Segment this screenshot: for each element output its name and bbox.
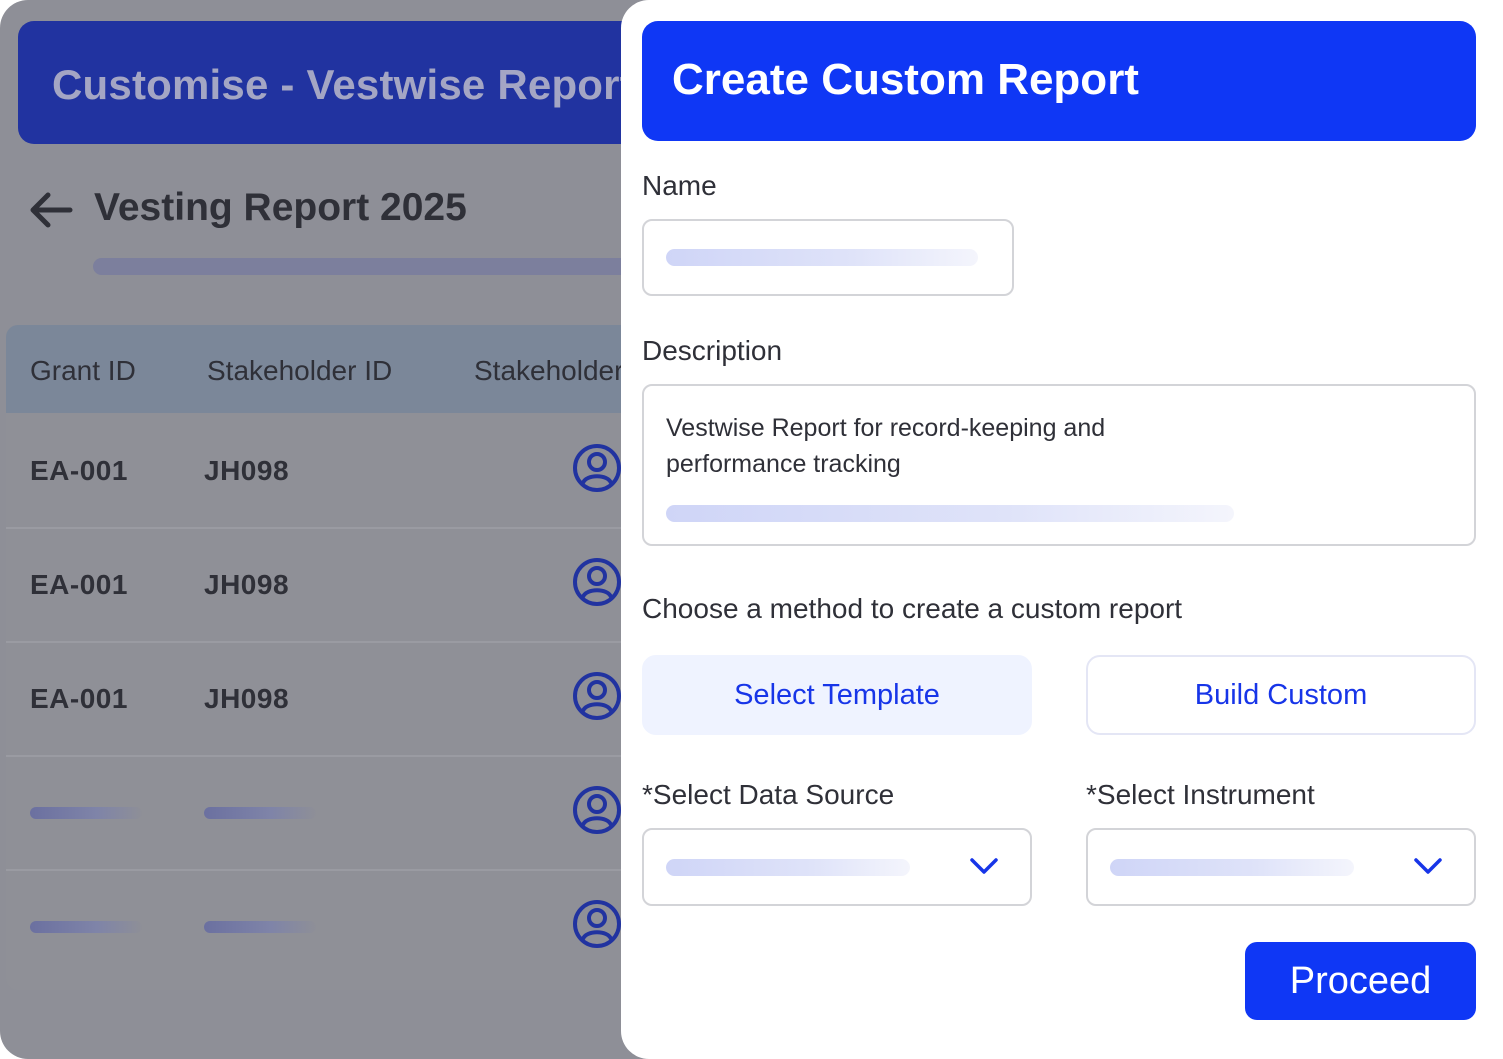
description-label: Description	[642, 335, 783, 366]
table-row-skeleton	[6, 869, 700, 983]
modal-title: Create Custom Report	[672, 55, 1139, 104]
name-input-skeleton	[666, 249, 978, 266]
table-row[interactable]: EA-001 JH098	[6, 641, 700, 757]
create-custom-report-modal: Create Custom Report Name Description Ve…	[621, 0, 1503, 1059]
modal-header: Create Custom Report	[642, 21, 1476, 141]
background-header: Customise - Vestwise Report	[18, 21, 700, 144]
select-template-button[interactable]: Select Template	[642, 655, 1032, 735]
name-input[interactable]	[642, 219, 1014, 296]
grant-id-cell: EA-001	[30, 569, 128, 600]
instrument-select[interactable]	[1086, 828, 1476, 906]
background-header-title: Customise - Vestwise Report	[52, 61, 634, 108]
instrument-label: *Select Instrument	[1086, 779, 1315, 810]
user-avatar-icon	[573, 786, 621, 834]
stakeholder-id-cell: JH098	[204, 455, 290, 486]
method-prompt: Choose a method to create a custom repor…	[642, 593, 1183, 624]
user-avatar-icon	[573, 444, 621, 492]
build-custom-button[interactable]: Build Custom	[1086, 655, 1476, 735]
user-avatar-icon	[573, 900, 621, 948]
table-row[interactable]: EA-001 JH098	[6, 527, 700, 643]
table-header: Grant ID Stakeholder ID Stakeholder	[6, 325, 700, 413]
name-label: Name	[642, 170, 717, 201]
cell-skeleton	[30, 921, 142, 933]
data-source-label: *Select Data Source	[642, 779, 895, 810]
description-textarea[interactable]: Vestwise Report for record-keeping and p…	[642, 384, 1476, 546]
grant-id-cell: EA-001	[30, 683, 128, 714]
column-header-stakeholder-id[interactable]: Stakeholder ID	[207, 355, 392, 387]
stakeholder-id-cell: JH098	[204, 683, 290, 714]
column-header-grant-id[interactable]: Grant ID	[30, 355, 136, 387]
grant-id-cell: EA-001	[30, 455, 128, 486]
proceed-button[interactable]: Proceed	[1245, 942, 1476, 1020]
table-row-skeleton	[6, 755, 700, 871]
user-avatar-icon	[573, 558, 621, 606]
chevron-down-icon[interactable]	[969, 854, 999, 878]
data-source-select[interactable]	[642, 828, 1032, 906]
instrument-skeleton	[1110, 859, 1354, 876]
table-row[interactable]: EA-001 JH098	[6, 413, 700, 529]
description-value: Vestwise Report for record-keeping and p…	[666, 414, 1106, 478]
description-skeleton	[666, 505, 1234, 522]
cell-skeleton	[30, 807, 142, 819]
cell-skeleton	[204, 921, 316, 933]
background-app: Customise - Vestwise Report Vesting Repo…	[0, 0, 700, 1059]
subtitle-skeleton	[93, 258, 693, 275]
stakeholder-id-cell: JH098	[204, 569, 290, 600]
grants-table: Grant ID Stakeholder ID Stakeholder EA-0…	[6, 325, 700, 990]
arrow-left-icon[interactable]	[28, 190, 74, 230]
user-avatar-icon	[573, 672, 621, 720]
cell-skeleton	[204, 807, 316, 819]
chevron-down-icon[interactable]	[1413, 854, 1443, 878]
report-title: Vesting Report 2025	[94, 186, 467, 229]
column-header-stakeholder[interactable]: Stakeholder	[474, 355, 623, 387]
data-source-skeleton	[666, 859, 910, 876]
